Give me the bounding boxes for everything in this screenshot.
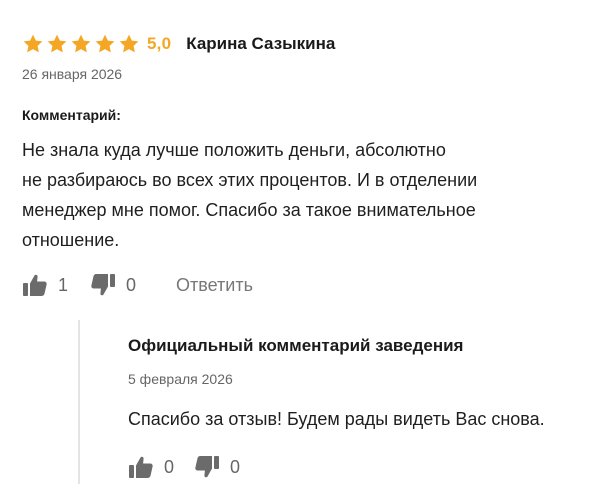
comment-line: не разбираюсь во всех этих процентов. И … bbox=[22, 170, 478, 190]
rating-value: 5,0 bbox=[147, 34, 172, 53]
comment-text: Не знала куда лучше положить деньги, абс… bbox=[22, 135, 562, 255]
official-like-button[interactable]: 0 bbox=[128, 455, 174, 479]
like-button[interactable]: 1 bbox=[22, 273, 68, 297]
thumbs-down-icon bbox=[91, 274, 116, 296]
official-dislike-count: 0 bbox=[230, 456, 241, 477]
review-date: 26 января 2026 bbox=[22, 66, 123, 82]
reply-button[interactable]: Ответить bbox=[176, 275, 253, 296]
official-reply-title: Официальный комментарий заведения bbox=[128, 336, 464, 355]
comment-line: отношение. bbox=[22, 230, 120, 250]
comment-label: Комментарий: bbox=[22, 107, 121, 123]
official-dislike-button[interactable]: 0 bbox=[194, 455, 240, 479]
comment-line: менеджер мне помог. Спасибо за такое вни… bbox=[22, 200, 476, 220]
official-reply-date: 5 февраля 2026 bbox=[128, 371, 233, 387]
rating-stars bbox=[22, 33, 140, 55]
official-reply: Официальный комментарий заведения 5 февр… bbox=[78, 320, 600, 484]
comment-line: Не знала куда лучше положить деньги, абс… bbox=[22, 140, 446, 160]
like-count: 1 bbox=[58, 274, 69, 295]
dislike-count: 0 bbox=[126, 274, 137, 295]
review-actions: 1 0 Ответить bbox=[22, 272, 253, 298]
thumbs-down-icon bbox=[195, 456, 220, 478]
star-icon bbox=[23, 34, 43, 53]
star-icon bbox=[95, 34, 115, 53]
review-header: 5,0 Карина Сазыкина bbox=[22, 32, 335, 56]
star-icon bbox=[71, 34, 91, 53]
thumbs-up-icon bbox=[129, 456, 153, 478]
official-reply-text: Спасибо за отзыв! Будем рады видеть Вас … bbox=[128, 409, 545, 429]
dislike-button[interactable]: 0 bbox=[90, 273, 136, 297]
thumbs-up-icon bbox=[23, 274, 47, 296]
review-card: 5,0 Карина Сазыкина 26 января 2026 Комме… bbox=[22, 0, 607, 490]
star-icon bbox=[47, 34, 67, 53]
official-like-count: 0 bbox=[164, 456, 175, 477]
official-reply-actions: 0 0 bbox=[128, 454, 240, 480]
author-name[interactable]: Карина Сазыкина bbox=[186, 34, 335, 54]
star-icon bbox=[119, 34, 139, 53]
